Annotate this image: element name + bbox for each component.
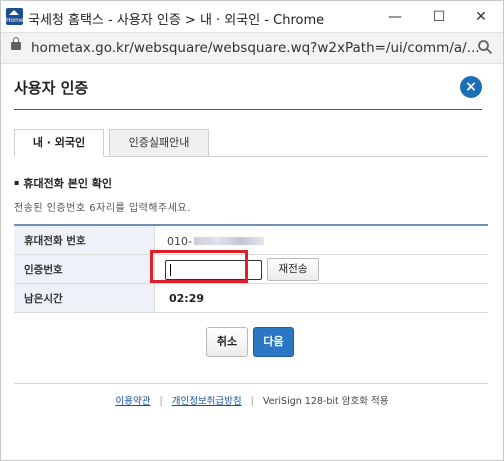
verisign-text: VeriSign 128-bit 암호화 적용 [262, 396, 389, 407]
address-bar[interactable]: hometax.go.kr/websquare/websquare.wq?w2x… [1, 32, 503, 64]
app-icon-text: Home [6, 17, 24, 24]
privacy-policy-link[interactable]: 개인정보취급방침 [172, 396, 242, 407]
remaining-time-label: 남은시간 [24, 293, 63, 305]
phone-label: 휴대전화 번호 [24, 235, 86, 247]
minimize-button[interactable]: — [375, 5, 415, 29]
highlight-box [150, 250, 248, 283]
footer-separator: | [250, 396, 254, 407]
header-divider [14, 109, 482, 110]
window-close-button[interactable]: ✕ [461, 5, 501, 29]
maximize-button[interactable]: ☐ [419, 5, 459, 29]
resend-button[interactable]: 재전송 [267, 258, 319, 281]
code-label: 인증번호 [24, 264, 63, 276]
footer-separator: | [159, 396, 163, 407]
phone-prefix: 010- [167, 235, 192, 248]
next-button[interactable]: 다음 [253, 327, 294, 357]
footer-divider [14, 383, 488, 384]
browser-popup-window: Home 국세청 홈택스 - 사용자 인증 > 내 · 외국인 - Chrome… [0, 0, 504, 461]
phone-row: 휴대전화 번호 010- [14, 226, 488, 255]
hometax-app-icon: Home [6, 8, 24, 25]
verification-form: 휴대전화 번호 010- 인증번호 재전송 남은시간 02:29 [14, 224, 488, 313]
phone-number: 010- [167, 235, 264, 248]
guide-text: 전송된 인증번호 6자리를 입력해주세요. [14, 203, 191, 214]
lock-icon[interactable] [11, 37, 21, 50]
tab-domestic-foreigner[interactable]: 내 · 외국인 [14, 129, 104, 157]
url-text[interactable]: hometax.go.kr/websquare/websquare.wq?w2x… [31, 40, 480, 56]
dialog-close-button[interactable]: × [460, 76, 482, 98]
footer: 이용약관 | 개인정보취급방침 | VeriSign 128-bit 암호화 적… [1, 393, 503, 407]
tab-auth-failure-guide[interactable]: 인증실패안내 [109, 129, 209, 157]
remaining-time-value: 02:29 [169, 292, 205, 305]
remaining-time-row: 남은시간 02:29 [14, 284, 488, 313]
dialog-title: 사용자 인증 [14, 79, 89, 97]
window-title: 국세청 홈택스 - 사용자 인증 > 내 · 외국인 - Chrome [28, 13, 325, 28]
terms-link[interactable]: 이용약관 [115, 396, 150, 407]
masked-phone-digits [193, 237, 264, 245]
search-icon[interactable] [477, 39, 493, 55]
code-row: 인증번호 재전송 [14, 255, 488, 284]
cancel-button[interactable]: 취소 [206, 327, 248, 357]
title-bar: Home 국세청 홈택스 - 사용자 인증 > 내 · 외국인 - Chrome… [1, 1, 503, 32]
section-title: 휴대전화 본인 확인 [14, 175, 112, 191]
